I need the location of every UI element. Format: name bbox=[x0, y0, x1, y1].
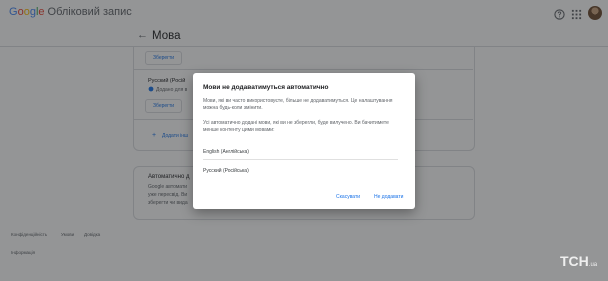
cancel-button[interactable]: Скасувати bbox=[336, 194, 360, 200]
tch-watermark: TCH.ua bbox=[560, 253, 597, 269]
watermark-brand: TCH bbox=[560, 253, 589, 269]
watermark-suffix: .ua bbox=[588, 262, 598, 268]
removed-language-item: English (Англійська) bbox=[203, 149, 249, 155]
dont-add-button[interactable]: Не додавати bbox=[374, 194, 403, 200]
dialog-title: Мови не додаватимуться автоматично bbox=[203, 84, 329, 91]
dialog-paragraph: Усі автоматично додані мови, які ви не з… bbox=[203, 120, 389, 133]
dialog-paragraph: Мови, які ви часто використовуєте, більш… bbox=[203, 98, 393, 111]
removed-language-item: Русский (Російська) bbox=[203, 168, 249, 174]
divider bbox=[203, 159, 398, 160]
confirm-dialog: Мови не додаватимуться автоматично Мови,… bbox=[193, 73, 415, 209]
